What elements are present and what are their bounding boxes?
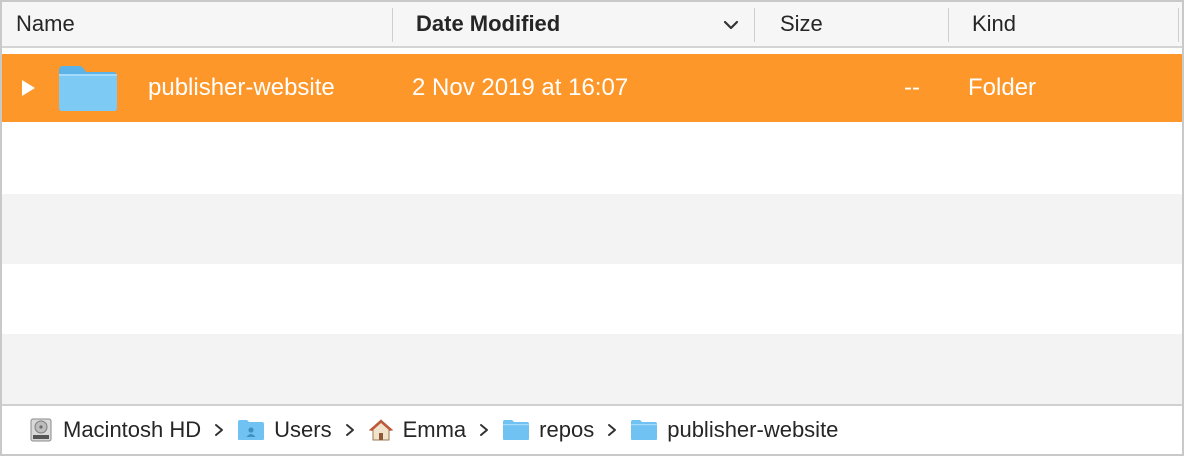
- path-item-label: publisher-website: [667, 417, 839, 442]
- path-item-label: Users: [274, 417, 332, 442]
- column-header-name[interactable]: Name: [16, 2, 386, 46]
- column-header-name-label: Name: [16, 11, 75, 36]
- chevron-right-icon: [214, 423, 224, 437]
- column-divider[interactable]: [754, 8, 755, 42]
- path-item-label: repos: [539, 417, 595, 442]
- disclosure-triangle-icon[interactable]: [18, 78, 38, 98]
- path-item-users[interactable]: Users: [237, 417, 332, 443]
- chevron-right-icon: [479, 423, 489, 437]
- hard-drive-icon: [30, 418, 52, 442]
- empty-row: [2, 334, 1182, 404]
- column-divider[interactable]: [1178, 8, 1179, 42]
- file-size: --: [904, 74, 920, 101]
- chevron-down-icon[interactable]: [720, 16, 742, 34]
- folder-icon: [503, 420, 530, 440]
- path-item-repos[interactable]: repos: [502, 417, 594, 443]
- column-header-kind-label: Kind: [972, 11, 1017, 36]
- users-folder-icon: [238, 420, 265, 440]
- column-header-size-label: Size: [780, 11, 823, 36]
- empty-row: [2, 264, 1182, 334]
- empty-row: [2, 194, 1182, 264]
- path-bar: Macintosh HD Users Emma repos publisher-…: [2, 404, 1182, 454]
- path-item-emma[interactable]: Emma: [368, 417, 467, 443]
- column-header-bar: Name Date Modified Size Kind: [2, 0, 1182, 48]
- path-item-label: Macintosh HD: [63, 417, 202, 442]
- empty-row: [2, 122, 1182, 192]
- finder-list-view: Name Date Modified Size Kind publisher-w…: [0, 0, 1184, 456]
- column-divider[interactable]: [392, 8, 393, 42]
- chevron-right-icon: [345, 423, 355, 437]
- folder-icon: [59, 66, 117, 111]
- file-name: publisher-website: [148, 74, 335, 101]
- column-header-size[interactable]: Size: [780, 2, 940, 46]
- folder-icon: [631, 420, 658, 440]
- home-icon: [368, 419, 393, 441]
- column-header-date-label: Date Modified: [416, 11, 561, 36]
- file-list: publisher-website 2 Nov 2019 at 16:07 --…: [2, 48, 1182, 404]
- path-item-macintosh-hd[interactable]: Macintosh HD: [28, 417, 201, 443]
- file-kind: Folder: [968, 74, 1037, 101]
- column-header-date-modified[interactable]: Date Modified: [416, 2, 746, 46]
- path-item-publisher-website[interactable]: publisher-website: [630, 417, 838, 443]
- column-header-kind[interactable]: Kind: [972, 2, 1162, 46]
- chevron-right-icon: [607, 423, 617, 437]
- file-date-modified: 2 Nov 2019 at 16:07: [412, 74, 629, 101]
- file-row-publisher-website[interactable]: publisher-website 2 Nov 2019 at 16:07 --…: [2, 54, 1182, 122]
- column-divider[interactable]: [948, 8, 949, 42]
- path-item-label: Emma: [402, 417, 467, 442]
